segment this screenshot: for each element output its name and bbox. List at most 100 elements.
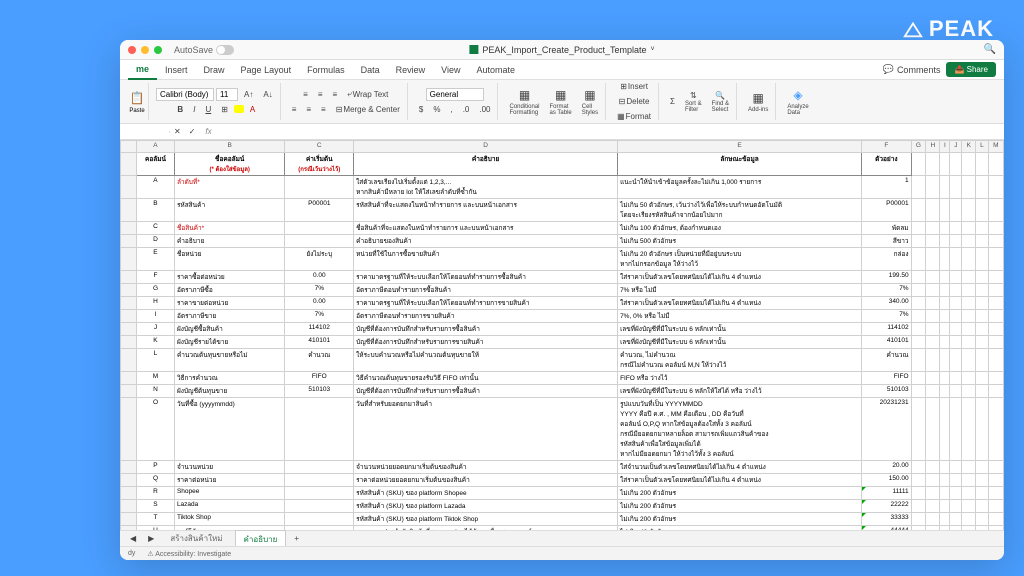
column-header[interactable] [121,141,137,153]
tab-page-layout[interactable]: Page Layout [233,61,300,79]
fill-color-icon[interactable] [234,105,244,113]
table-row[interactable]: Oวันที่ซื้อ (yyyymmdd)วันที่สำหรับยอดยกม… [121,398,1004,461]
format-cells-button[interactable]: ▦ Format [613,110,655,123]
underline-button[interactable]: U [201,103,215,116]
tab-formulas[interactable]: Formulas [299,61,353,79]
sheet-tab-1[interactable]: สร้างสินค้าใหม่ [162,530,230,547]
percent-icon[interactable]: % [429,103,444,116]
autosave-toggle[interactable]: AutoSave [174,45,234,55]
sheet-nav-next-icon[interactable]: ▶ [144,532,158,545]
enter-icon[interactable]: ✓ [185,125,200,138]
column-header[interactable]: K [962,141,976,153]
cell-styles-button[interactable]: ▦Cell Styles [578,85,602,118]
table-row[interactable]: Kผังบัญชีรายได้ขาย410101บัญชีที่ต้องการบ… [121,336,1004,349]
document-title[interactable]: PEAK_Import_Create_Product_Template˅ [469,45,654,55]
align-right-icon[interactable]: ≡ [317,103,330,116]
column-header[interactable]: E [618,141,862,153]
column-header[interactable]: C [285,141,354,153]
autosum-icon[interactable]: Σ [666,95,679,108]
merge-center-button[interactable]: ⊟ Merge & Center [332,103,404,116]
paste-icon[interactable]: 📋 [129,90,145,106]
italic-button[interactable]: I [189,103,199,116]
tab-view[interactable]: View [433,61,468,79]
sheet-nav-prev-icon[interactable]: ◀ [126,532,140,545]
format-as-table-button[interactable]: ▦Format as Table [546,85,576,118]
table-row[interactable]: MวิธีการคำนวณFIFOวิธีคำนวณต้นทุนขายรองรั… [121,372,1004,385]
accessibility-status[interactable]: ⚠ Accessibility: Investigate [147,550,231,558]
column-header[interactable]: D [354,141,618,153]
border-icon[interactable]: ⊞ [217,103,232,116]
table-row[interactable]: Lคำนวณต้นทุนขายหรือไม่คำนวณให้ระบบคำนวณห… [121,349,1004,372]
insert-cells-button[interactable]: ⊞ Insert [616,80,652,93]
find-select-button[interactable]: 🔍Find & Select [708,89,733,115]
tab-data[interactable]: Data [353,61,388,79]
sheet-tab-2[interactable]: คำอธิบาย [235,530,287,548]
decrease-font-icon[interactable]: A↓ [259,88,276,101]
align-left-icon[interactable]: ≡ [288,103,301,116]
fx-icon[interactable]: fx [199,127,217,136]
tab-automate[interactable]: Automate [469,61,524,79]
tab-draw[interactable]: Draw [196,61,233,79]
table-row[interactable]: Jผังบัญชีซื้อสินค้า114102บัญชีที่ต้องการ… [121,323,1004,336]
font-color-icon[interactable]: A [246,103,259,116]
column-header[interactable]: J [950,141,962,153]
align-top-icon[interactable]: ≡ [299,88,312,101]
formula-bar: ✕ ✓ fx [120,124,1004,140]
increase-font-icon[interactable]: A↑ [240,88,257,101]
currency-icon[interactable]: $ [415,103,427,116]
tab-home[interactable]: me [128,60,157,80]
search-icon[interactable]: 🔍 [984,44,996,55]
analyze-data-button[interactable]: ◈Analyze Data [783,85,812,118]
name-box[interactable] [120,131,170,133]
table-row[interactable]: Cชื่อสินค้า*ชื่อสินค้าที่จะแสดงในหน้าทำร… [121,222,1004,235]
cancel-icon[interactable]: ✕ [170,125,185,138]
font-size-select[interactable]: 11 [216,88,238,101]
delete-cells-button[interactable]: ⊟ Delete [615,95,654,108]
table-row[interactable]: Qราคาต่อหน่วยราคาต่อหน่วยยอดยกมาเริ่มต้น… [121,474,1004,487]
table-row[interactable]: Nผังบัญชีต้นทุนขาย510103บัญชีที่ต้องการบ… [121,385,1004,398]
number-group: General $ % , .0 .00 [412,83,499,120]
worksheet[interactable]: ABCDEFGHIJKLM คอลัมน์ ชื่อคอลัมน์(* ต้อง… [120,140,1004,530]
share-button[interactable]: 📤 Share [946,62,996,77]
wrap-text-button[interactable]: ⤶ Wrap Text [343,87,392,101]
column-header[interactable]: I [940,141,950,153]
add-sheet-button[interactable]: + [290,532,303,545]
sort-filter-button[interactable]: ⇅Sort & Filter [681,89,706,115]
column-header[interactable]: F [862,141,912,153]
table-row[interactable]: Iอัตราภาษีขาย7%อัตราภาษีตอนทำรายการขายสิ… [121,310,1004,323]
column-header[interactable]: A [137,141,175,153]
tab-insert[interactable]: Insert [157,61,196,79]
font-name-select[interactable]: Calibri (Body) [156,88,214,101]
table-row[interactable]: Hราคาขายต่อหน่วย0.00ราคามาตรฐานที่ให้ระบ… [121,297,1004,310]
addins-button[interactable]: ▦Add-ins [744,88,772,115]
table-row[interactable]: Dคำอธิบายคำอธิบายของสินค้าไม่เกิน 500 ตั… [121,235,1004,248]
brand-logo: PEAK [902,16,994,42]
table-row[interactable]: TTiktok Shopรหัสสินค้า (SKU) ของ platfor… [121,513,1004,526]
comma-icon[interactable]: , [446,103,456,116]
tab-review[interactable]: Review [388,61,434,79]
window-controls[interactable] [128,46,162,54]
column-header[interactable]: B [174,141,285,153]
conditional-formatting-button[interactable]: ▦Conditional Formatting [505,85,543,118]
number-format-select[interactable]: General [426,88,484,101]
table-row[interactable]: Pจำนวนหน่วยจำนวนหน่วยยอดยกมาเริ่มต้นของส… [121,461,1004,474]
column-header[interactable]: H [926,141,940,153]
styles-group: ▦Conditional Formatting ▦Format as Table… [502,83,606,120]
table-row[interactable]: RShopeeรหัสสินค้า (SKU) ของ platform Sho… [121,487,1004,500]
increase-decimal-icon[interactable]: .00 [475,103,494,116]
decrease-decimal-icon[interactable]: .0 [459,103,474,116]
column-header[interactable]: L [976,141,989,153]
table-row[interactable]: Aลำดับที่*ใส่ตัวเลขเรียงไปเริ่มตั้งแต่ 1… [121,176,1004,199]
bold-button[interactable]: B [173,103,187,116]
align-bottom-icon[interactable]: ≡ [329,88,342,101]
table-row[interactable]: Fราคาซื้อต่อหน่วย0.00ราคามาตรฐานที่ให้ระ… [121,271,1004,284]
table-row[interactable]: SLazadaรหัสสินค้า (SKU) ของ platform Laz… [121,500,1004,513]
table-row[interactable]: Bรหัสสินค้าP00001รหัสสินค้าที่จะแสดงในหน… [121,199,1004,222]
column-header[interactable]: M [988,141,1003,153]
align-center-icon[interactable]: ≡ [302,103,315,116]
table-row[interactable]: Gอัตราภาษีซื้อ7%อัตราภาษีตอนทำรายการซื้อ… [121,284,1004,297]
table-row[interactable]: Eชื่อหน่วยยังไม่ระบุหน่วยที่ใช้ในการซื้อ… [121,248,1004,271]
column-header[interactable]: G [911,141,926,153]
comments-button[interactable]: 💬 Comments [883,64,941,75]
align-middle-icon[interactable]: ≡ [314,88,327,101]
